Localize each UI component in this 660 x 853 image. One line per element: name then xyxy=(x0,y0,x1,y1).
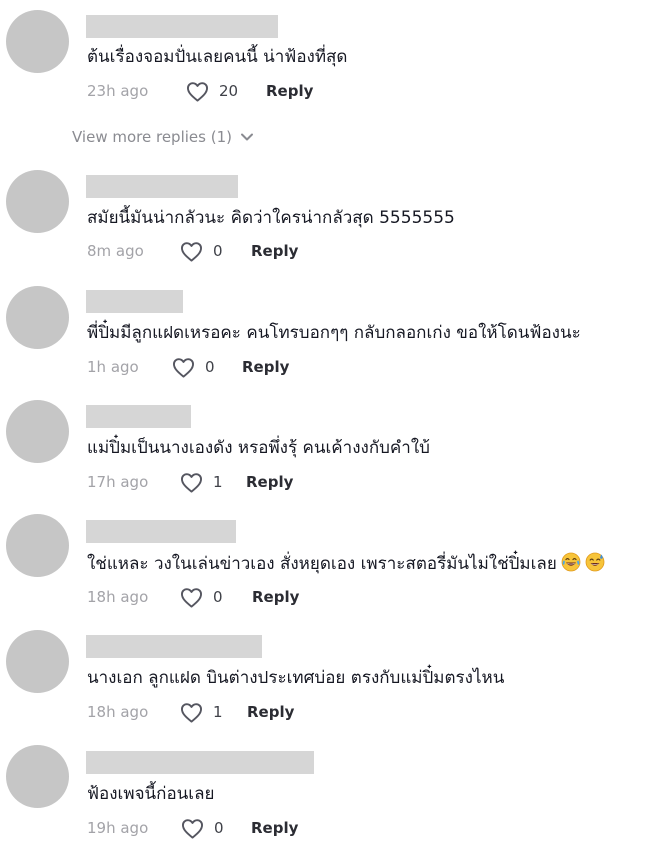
comment-time: 19h ago xyxy=(87,819,149,837)
username-placeholder[interactable] xyxy=(86,15,278,38)
like-button[interactable]: 0 xyxy=(180,586,223,608)
username-placeholder[interactable] xyxy=(86,520,236,543)
reply-button[interactable]: Reply xyxy=(266,80,313,102)
comment-text: สมัยนี้มันน่ากลัวนะ คิดว่าใครน่ากลัวสุด … xyxy=(87,208,455,228)
like-button[interactable]: 1 xyxy=(180,701,223,723)
reply-button[interactable]: Reply xyxy=(251,817,298,839)
avatar[interactable] xyxy=(6,286,69,349)
avatar[interactable] xyxy=(6,745,69,808)
comment-text: ฟ้องเพจนี้ก่อนเลย xyxy=(87,784,215,804)
like-count: 1 xyxy=(213,703,223,721)
heart-outline-icon xyxy=(172,357,194,378)
avatar[interactable] xyxy=(6,630,69,693)
like-button[interactable]: 0 xyxy=(181,817,224,839)
like-button[interactable]: 20 xyxy=(186,80,238,102)
reply-button[interactable]: Reply xyxy=(252,586,299,608)
heart-outline-icon xyxy=(180,241,202,262)
avatar[interactable] xyxy=(6,514,69,577)
view-more-replies-button[interactable]: View more replies (1) xyxy=(72,126,254,148)
comment-text-content: ใช่แหละ วงในเล่นข่าวเอง สั่งหยุดเอง เพรา… xyxy=(87,554,557,574)
sweat-smile-emoji xyxy=(585,552,605,572)
like-count: 0 xyxy=(205,358,215,376)
comment-time: 17h ago xyxy=(87,473,149,491)
heart-outline-icon xyxy=(180,472,202,493)
reply-button[interactable]: Reply xyxy=(246,471,293,493)
comment-text: ใช่แหละ วงในเล่นข่าวเอง สั่งหยุดเอง เพรา… xyxy=(87,552,605,575)
username-placeholder[interactable] xyxy=(86,635,262,658)
like-button[interactable]: 1 xyxy=(180,471,223,493)
reply-button[interactable]: Reply xyxy=(251,240,298,262)
comment-time: 18h ago xyxy=(87,588,149,606)
comment-text: แม่ปิ๋มเป็นนางเองดัง หรอพึ่งรุ้ คนเค้างง… xyxy=(87,438,430,458)
comment-text: นางเอก ลูกแฝด บินต่างประเทศบ่อย ตรงกับแม… xyxy=(87,668,505,688)
heart-outline-icon xyxy=(181,818,203,839)
heart-outline-icon xyxy=(186,81,208,102)
heart-outline-icon xyxy=(180,702,202,723)
like-count: 0 xyxy=(214,819,224,837)
username-placeholder[interactable] xyxy=(86,405,191,428)
reply-button[interactable]: Reply xyxy=(242,356,289,378)
avatar[interactable] xyxy=(6,170,69,233)
chevron-down-icon xyxy=(240,133,253,141)
view-more-label: View more replies (1) xyxy=(72,128,232,146)
avatar[interactable] xyxy=(6,400,69,463)
like-button[interactable]: 0 xyxy=(172,356,215,378)
like-count: 0 xyxy=(213,588,223,606)
username-placeholder[interactable] xyxy=(86,290,183,313)
avatar[interactable] xyxy=(6,10,69,73)
comment-text: ต้นเรื่องจอมปั่นเลยคนนี้ น่าฟ้องที่สุด xyxy=(87,47,348,67)
comment-time: 1h ago xyxy=(87,358,139,376)
username-placeholder[interactable] xyxy=(86,175,238,198)
like-count: 1 xyxy=(213,473,223,491)
username-placeholder[interactable] xyxy=(86,751,314,774)
reply-button[interactable]: Reply xyxy=(247,701,294,723)
comment-time: 18h ago xyxy=(87,703,149,721)
like-count: 20 xyxy=(219,82,239,100)
comment-time: 23h ago xyxy=(87,82,149,100)
comment-time: 8m ago xyxy=(87,242,144,260)
comment-text: พี่ปิ๋มมีลูกแฝดเหรอคะ คนโทรบอกๆๆ กลับกลอ… xyxy=(87,323,581,343)
like-button[interactable]: 0 xyxy=(180,240,223,262)
like-count: 0 xyxy=(213,242,223,260)
heart-outline-icon xyxy=(180,587,202,608)
face-with-tears-of-joy-emoji xyxy=(561,552,581,572)
